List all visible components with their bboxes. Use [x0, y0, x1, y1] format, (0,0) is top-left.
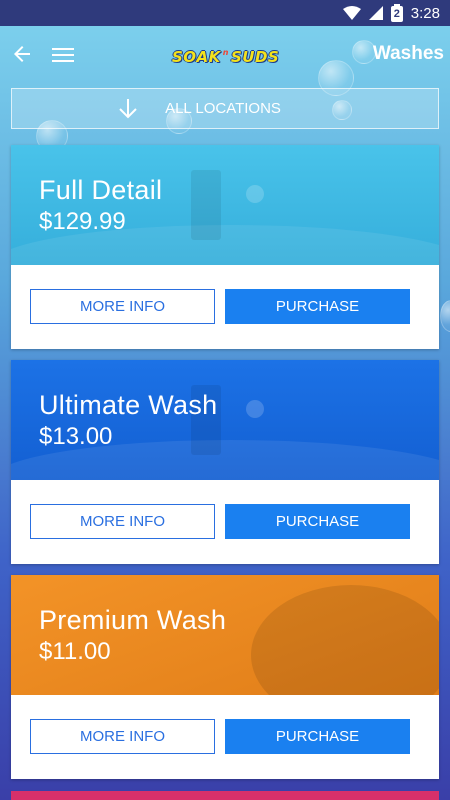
purchase-button[interactable]: PURCHASE [225, 504, 410, 539]
wash-name: Ultimate Wash [39, 390, 218, 420]
wash-card-header: Full Detail $129.99 [11, 145, 439, 265]
wifi-icon [342, 6, 361, 20]
soak-n-suds-logo: SOAK n SUDS [172, 48, 280, 66]
more-info-button[interactable]: MORE INFO [30, 719, 215, 754]
more-info-button[interactable]: MORE INFO [30, 504, 215, 539]
wash-card-actions: MORE INFO PURCHASE [11, 480, 439, 564]
all-locations-label: ALL LOCATIONS [165, 100, 281, 117]
purchase-button[interactable]: PURCHASE [225, 719, 410, 754]
wash-card-full-detail: Full Detail $129.99 MORE INFO PURCHASE [11, 145, 439, 349]
bubble-decoration [440, 300, 450, 332]
more-info-button[interactable]: MORE INFO [30, 289, 215, 324]
page-title: Washes [372, 43, 444, 64]
wash-card-premium-wash: Premium Wash $11.00 MORE INFO PURCHASE [11, 575, 439, 779]
signal-icon [368, 6, 383, 20]
wash-card-actions: MORE INFO PURCHASE [11, 695, 439, 779]
purchase-button[interactable]: PURCHASE [225, 289, 410, 324]
app-bar: SOAK n SUDS Washes [0, 26, 450, 86]
status-time: 3:28 [410, 4, 440, 22]
wash-price: $11.00 [39, 638, 111, 665]
down-arrow-icon [119, 98, 137, 118]
battery-icon: 2 [390, 4, 403, 22]
wash-card-ultimate-wash: Ultimate Wash $13.00 MORE INFO PURCHASE [11, 360, 439, 564]
wash-card-next-partial [11, 791, 439, 800]
back-arrow-icon[interactable] [10, 42, 34, 66]
wash-name: Premium Wash [39, 605, 227, 635]
wash-price: $129.99 [39, 208, 126, 235]
wash-price: $13.00 [39, 423, 113, 450]
wash-card-actions: MORE INFO PURCHASE [11, 265, 439, 349]
wash-card-header: Ultimate Wash $13.00 [11, 360, 439, 480]
all-locations-button[interactable]: ALL LOCATIONS [11, 88, 439, 129]
wash-name: Full Detail [39, 175, 163, 205]
wash-card-header: Premium Wash $11.00 [11, 575, 439, 695]
hamburger-menu-icon[interactable] [52, 44, 74, 64]
status-bar: 2 3:28 [0, 0, 450, 26]
